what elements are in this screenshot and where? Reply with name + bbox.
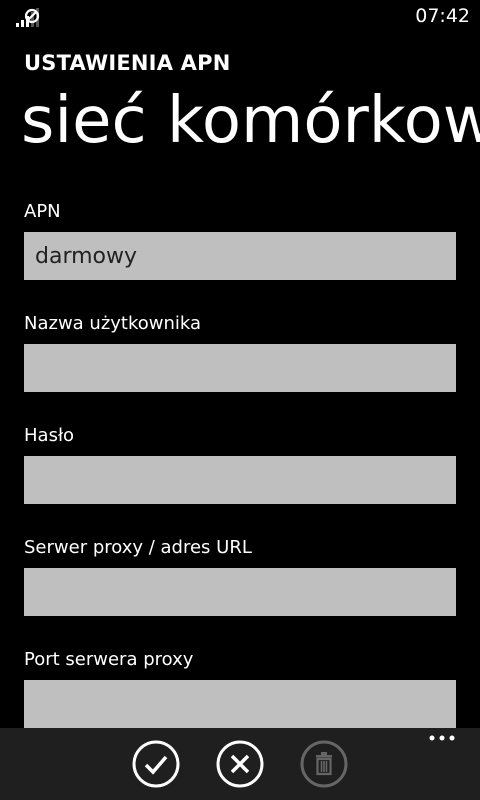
- app-bar: [0, 728, 480, 800]
- apn-label: APN: [24, 201, 61, 222]
- delete-icon: [300, 740, 348, 788]
- proxy-server-label: Serwer proxy / adres URL: [24, 537, 252, 558]
- cancel-icon: [216, 740, 264, 788]
- proxy-port-label: Port serwera proxy: [24, 649, 194, 670]
- delete-button[interactable]: [300, 740, 348, 788]
- signal-strength-icon: [16, 8, 40, 27]
- username-input[interactable]: [24, 344, 456, 392]
- ellipsis-icon[interactable]: [428, 732, 456, 744]
- cancel-button[interactable]: [216, 740, 264, 788]
- username-label: Nazwa użytkownika: [24, 313, 202, 334]
- proxy-server-input[interactable]: [24, 568, 456, 616]
- proxy-port-input[interactable]: [24, 680, 456, 728]
- status-bar: 07:42: [0, 0, 480, 32]
- check-icon: [132, 740, 180, 788]
- page-title: sieć komórkow: [21, 84, 480, 158]
- password-input[interactable]: [24, 456, 456, 504]
- status-clock: 07:42: [415, 5, 470, 27]
- app-title: USTAWIENIA APN: [24, 51, 231, 75]
- password-label: Hasło: [24, 425, 75, 446]
- save-button[interactable]: [132, 740, 180, 788]
- apn-input[interactable]: [24, 232, 456, 280]
